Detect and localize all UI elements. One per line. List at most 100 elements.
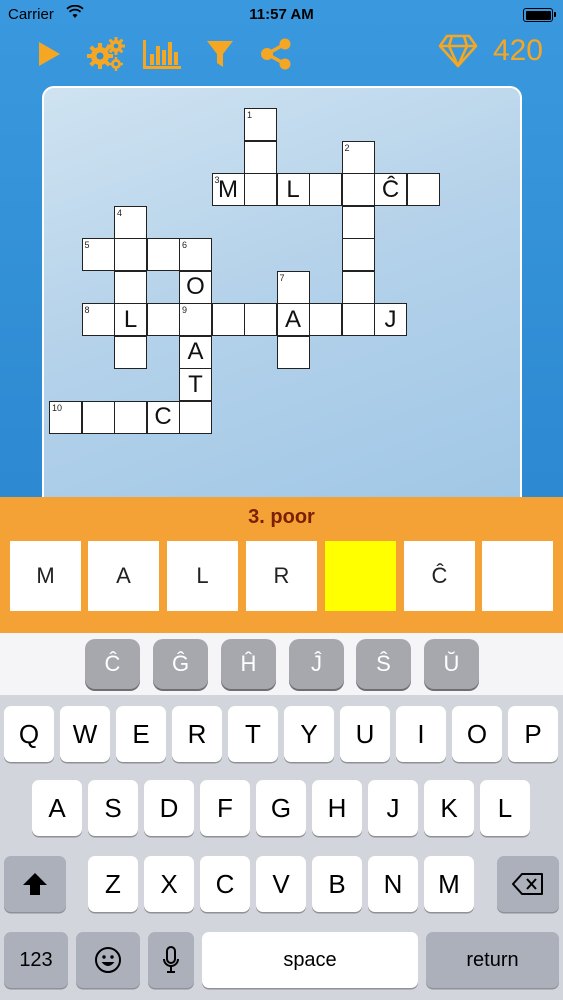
crossword-cell[interactable]: 6 (179, 238, 212, 271)
crossword-cell[interactable]: O (179, 270, 212, 304)
accent-key-g-circumflex[interactable]: Ĝ (153, 639, 208, 689)
emoji-key[interactable] (76, 932, 140, 988)
numbers-key[interactable]: 123 (4, 932, 68, 988)
answer-box[interactable]: Ĉ (404, 541, 475, 611)
return-key[interactable]: return (426, 932, 559, 988)
filter-icon[interactable] (200, 36, 240, 72)
key-g[interactable]: G (256, 780, 306, 836)
key-e[interactable]: E (116, 706, 166, 762)
crossword-cell[interactable] (276, 335, 310, 369)
crossword-cell[interactable] (341, 205, 375, 239)
crossword-cell[interactable] (244, 140, 277, 174)
crossword-cell[interactable]: 10 (49, 400, 82, 434)
key-y[interactable]: Y (284, 706, 334, 762)
crossword-cell[interactable]: T (179, 368, 212, 401)
key-u[interactable]: U (340, 706, 390, 762)
key-t[interactable]: T (228, 706, 278, 762)
answer-box[interactable]: M (10, 541, 81, 611)
crossword-cell[interactable] (114, 400, 147, 434)
shift-key[interactable] (4, 856, 66, 912)
crossword-cell[interactable]: A (276, 303, 310, 336)
crossword-cell[interactable] (179, 400, 212, 434)
crossword-cell[interactable]: 9 (179, 303, 212, 336)
crossword-cell[interactable]: J (374, 303, 407, 336)
key-q[interactable]: Q (4, 706, 54, 762)
crossword-cell[interactable] (211, 303, 245, 336)
cell-letter: M (218, 175, 238, 203)
answer-box[interactable] (482, 541, 553, 611)
play-icon[interactable] (28, 36, 68, 72)
space-key[interactable]: space (202, 932, 418, 988)
crossword-cell[interactable] (341, 173, 375, 206)
key-r[interactable]: R (172, 706, 222, 762)
key-n[interactable]: N (368, 856, 418, 912)
crossword-cell[interactable]: C (146, 400, 180, 434)
keyboard: Q W E R T Y U I O P A S D F G H J K L Z … (0, 695, 563, 1000)
key-o[interactable]: O (452, 706, 502, 762)
backspace-key[interactable] (497, 856, 559, 912)
crossword-cell[interactable] (114, 335, 147, 369)
crossword-cell[interactable] (309, 303, 342, 336)
crossword-cell[interactable] (146, 303, 180, 336)
key-p[interactable]: P (508, 706, 558, 762)
crossword-cell[interactable]: L (276, 173, 310, 206)
key-d[interactable]: D (144, 780, 194, 836)
accent-key-s-circumflex[interactable]: Ŝ (356, 639, 411, 689)
key-m[interactable]: M (424, 856, 474, 912)
clue-number: 3 (214, 175, 220, 185)
key-c[interactable]: C (200, 856, 250, 912)
key-z[interactable]: Z (88, 856, 138, 912)
crossword-cell[interactable] (146, 238, 180, 271)
key-w[interactable]: W (60, 706, 110, 762)
answer-box[interactable]: A (88, 541, 159, 611)
crossword-cell[interactable] (341, 238, 375, 271)
crossword-cell[interactable] (114, 270, 147, 304)
backspace-icon (512, 873, 543, 895)
crossword-cell[interactable]: L (114, 303, 147, 336)
crossword-cell[interactable] (309, 173, 342, 206)
crossword-cell[interactable]: 3M (211, 173, 245, 206)
crossword-cell[interactable] (81, 400, 115, 434)
key-i[interactable]: I (396, 706, 446, 762)
key-l[interactable]: L (480, 780, 530, 836)
key-f[interactable]: F (200, 780, 250, 836)
accent-key-j-circumflex[interactable]: Ĵ (289, 639, 344, 689)
crossword-cell[interactable]: 7 (276, 270, 310, 304)
key-h[interactable]: H (312, 780, 362, 836)
crossword-cell[interactable]: 4 (114, 205, 147, 239)
crossword-cell[interactable] (406, 173, 440, 206)
statistics-chart-icon[interactable] (142, 36, 182, 72)
cell-letter: A (284, 305, 301, 333)
crossword-cell[interactable]: 5 (81, 238, 115, 271)
accent-key-c-circumflex[interactable]: Ĉ (85, 639, 140, 689)
crossword-cell[interactable]: 1 (244, 108, 277, 141)
answer-box[interactable]: R (246, 541, 317, 611)
crossword-cell[interactable]: A (179, 335, 212, 369)
crossword-cell[interactable] (244, 173, 277, 206)
key-v[interactable]: V (256, 856, 306, 912)
accent-key-u-breve[interactable]: Ŭ (424, 639, 479, 689)
toolbar (0, 30, 563, 78)
cell-letter: L (286, 175, 300, 203)
share-icon[interactable] (256, 36, 296, 72)
key-b[interactable]: B (312, 856, 362, 912)
answer-box[interactable]: L (167, 541, 238, 611)
crossword-cell[interactable]: 8 (81, 303, 115, 336)
key-s[interactable]: S (88, 780, 138, 836)
crossword-cell[interactable] (244, 303, 277, 336)
crossword-cell[interactable]: 2 (341, 140, 375, 174)
key-j[interactable]: J (368, 780, 418, 836)
crossword-cell[interactable] (114, 238, 147, 271)
crossword-cell[interactable]: Ĉ (374, 173, 407, 206)
dictation-key[interactable] (148, 932, 194, 988)
cell-letter: J (384, 305, 397, 333)
crossword-cell[interactable] (341, 270, 375, 304)
answer-box-active[interactable] (325, 541, 396, 611)
key-x[interactable]: X (144, 856, 194, 912)
key-a[interactable]: A (32, 780, 82, 836)
accent-key-h-circumflex[interactable]: Ĥ (221, 639, 276, 689)
crossword-cell[interactable] (341, 303, 375, 336)
settings-gears-icon[interactable] (86, 36, 126, 72)
cell-letter: T (188, 370, 203, 398)
key-k[interactable]: K (424, 780, 474, 836)
